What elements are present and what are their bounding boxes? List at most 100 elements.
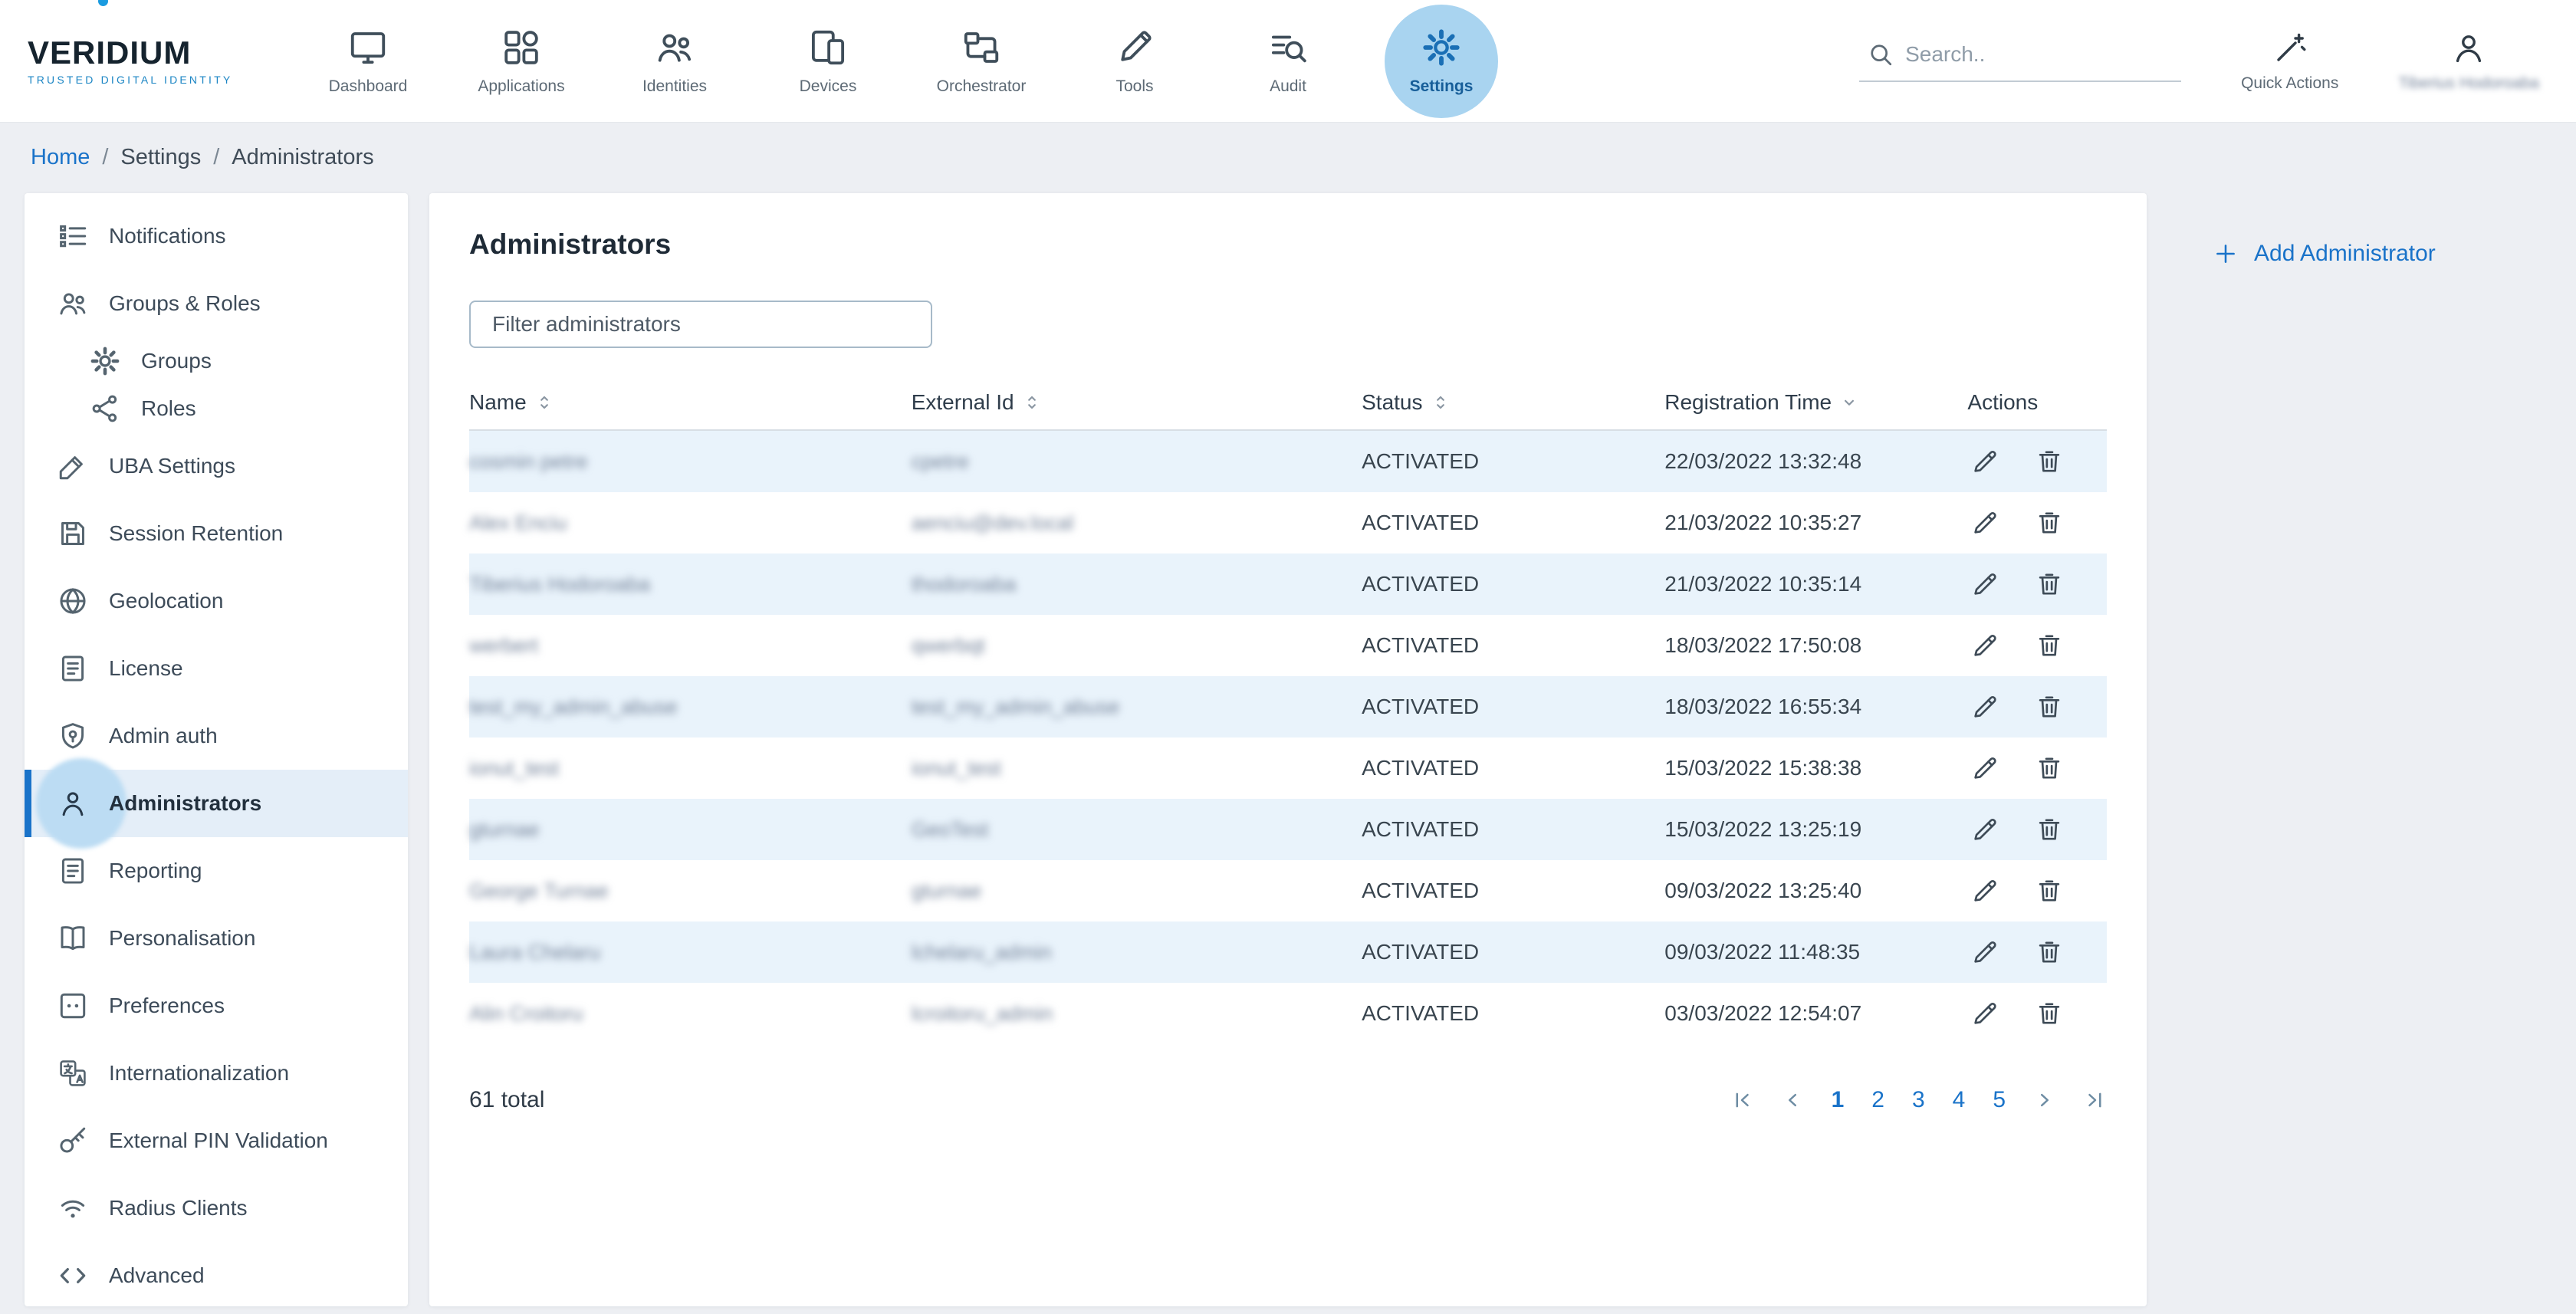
identities-icon bbox=[654, 27, 695, 68]
column-header-status[interactable]: Status bbox=[1362, 390, 1664, 415]
table-row: George Turnae gturnae ACTIVATED 09/03/20… bbox=[469, 860, 2107, 921]
edit-button[interactable] bbox=[1970, 815, 1999, 844]
nav-item-audit[interactable]: Audit bbox=[1211, 3, 1365, 120]
user-icon bbox=[2450, 30, 2487, 67]
edit-button[interactable] bbox=[1970, 938, 1999, 967]
delete-button[interactable] bbox=[2035, 692, 2064, 721]
sidebar-item-reporting[interactable]: Reporting bbox=[25, 837, 408, 905]
nav-item-orchestrator[interactable]: Orchestrator bbox=[905, 3, 1058, 120]
tools-icon bbox=[1114, 27, 1155, 68]
administrators-table: Name External Id Status Registration Tim… bbox=[469, 376, 2107, 1044]
delete-button[interactable] bbox=[2035, 938, 2064, 967]
sidebar-item-preferences[interactable]: Preferences bbox=[25, 972, 408, 1040]
column-header-name[interactable]: Name bbox=[469, 390, 912, 415]
sidebar-item-roles[interactable]: Roles bbox=[25, 385, 408, 432]
edit-button[interactable] bbox=[1970, 999, 1999, 1028]
sidebar-item-radius-clients[interactable]: Radius Clients bbox=[25, 1174, 408, 1242]
table-body: cosmin petre cpetre ACTIVATED 22/03/2022… bbox=[469, 431, 2107, 1044]
share-icon bbox=[89, 393, 121, 425]
page-number-3[interactable]: 3 bbox=[1912, 1087, 1925, 1113]
delete-button[interactable] bbox=[2035, 999, 2064, 1028]
delete-button[interactable] bbox=[2035, 570, 2064, 599]
breadcrumb: Home / Settings / Administrators bbox=[0, 123, 2576, 192]
user-menu[interactable]: Tiberius Hodoroaba bbox=[2398, 30, 2539, 93]
page-number-2[interactable]: 2 bbox=[1871, 1087, 1884, 1113]
preferences-icon bbox=[57, 990, 89, 1022]
delete-button[interactable] bbox=[2035, 876, 2064, 905]
delete-button[interactable] bbox=[2035, 508, 2064, 537]
delete-button[interactable] bbox=[2035, 754, 2064, 783]
edit-button[interactable] bbox=[1970, 508, 1999, 537]
edit-button[interactable] bbox=[1970, 570, 1999, 599]
admin-external-id: lcroitoru_admin bbox=[912, 1002, 1362, 1026]
page-number-5[interactable]: 5 bbox=[1993, 1087, 2006, 1113]
edit-button[interactable] bbox=[1970, 447, 1999, 476]
sidebar-item-internationalization[interactable]: Internationalization bbox=[25, 1040, 408, 1107]
sidebar-item-uba-settings[interactable]: UBA Settings bbox=[25, 432, 408, 500]
next-page-icon bbox=[2033, 1089, 2056, 1112]
registration-time: 09/03/2022 11:48:35 bbox=[1664, 940, 1967, 964]
sidebar-item-session-retention[interactable]: Session Retention bbox=[25, 500, 408, 567]
nav-item-devices[interactable]: Devices bbox=[751, 3, 905, 120]
nav-item-dashboard[interactable]: Dashboard bbox=[291, 3, 445, 120]
filter-administrators-input[interactable] bbox=[469, 301, 932, 348]
breadcrumb-home[interactable]: Home bbox=[31, 145, 90, 170]
sidebar-item-groups-roles[interactable]: Groups & Roles bbox=[25, 270, 408, 337]
pen-icon bbox=[57, 450, 89, 482]
audit-icon bbox=[1267, 27, 1309, 68]
column-header-registration-time[interactable]: Registration Time bbox=[1664, 390, 1967, 415]
page-number-1[interactable]: 1 bbox=[1832, 1087, 1845, 1113]
edit-button[interactable] bbox=[1970, 631, 1999, 660]
sidebar-item-license[interactable]: License bbox=[25, 635, 408, 702]
delete-button[interactable] bbox=[2035, 631, 2064, 660]
nav-label: Orchestrator bbox=[937, 77, 1027, 96]
list-icon bbox=[57, 220, 89, 252]
content-area: Notifications Groups & Roles Groups Role… bbox=[0, 192, 2576, 1306]
breadcrumb-settings[interactable]: Settings bbox=[120, 145, 201, 170]
admin-external-id: cpetre bbox=[912, 450, 1362, 474]
first-page-button[interactable] bbox=[1730, 1089, 1753, 1112]
breadcrumb-current: Administrators bbox=[232, 145, 373, 170]
add-administrator-button[interactable]: Add Administrator bbox=[2213, 241, 2436, 267]
sidebar-item-administrators[interactable]: Administrators bbox=[25, 770, 408, 837]
search-input[interactable] bbox=[1905, 42, 2143, 67]
sidebar-item-notifications[interactable]: Notifications bbox=[25, 202, 408, 270]
nav-item-tools[interactable]: Tools bbox=[1058, 3, 1211, 120]
pencil-icon bbox=[1970, 876, 1999, 905]
nav-item-identities[interactable]: Identities bbox=[598, 3, 751, 120]
nav-label: Tools bbox=[1116, 77, 1153, 96]
previous-page-button[interactable] bbox=[1781, 1089, 1804, 1112]
wand-icon bbox=[2272, 30, 2308, 67]
status-badge: ACTIVATED bbox=[1362, 940, 1664, 964]
page-number-4[interactable]: 4 bbox=[1953, 1087, 1966, 1113]
admin-external-id: GeoTest bbox=[912, 818, 1362, 842]
nav-item-settings[interactable]: Settings bbox=[1365, 3, 1518, 120]
nav-label: Dashboard bbox=[329, 77, 408, 96]
search-icon bbox=[1867, 41, 1894, 68]
gear-icon bbox=[1421, 27, 1462, 68]
admin-name: werbert bbox=[469, 634, 912, 658]
column-header-external-id[interactable]: External Id bbox=[912, 390, 1362, 415]
edit-button[interactable] bbox=[1970, 876, 1999, 905]
people-icon bbox=[57, 287, 89, 320]
main-nav: Dashboard Applications Identities Device… bbox=[291, 3, 1518, 120]
pencil-icon bbox=[1970, 692, 1999, 721]
sidebar-item-external-pin-validation[interactable]: External PIN Validation bbox=[25, 1107, 408, 1174]
delete-button[interactable] bbox=[2035, 815, 2064, 844]
nav-item-applications[interactable]: Applications bbox=[445, 3, 598, 120]
sidebar-item-geolocation[interactable]: Geolocation bbox=[25, 567, 408, 635]
table-row: cosmin petre cpetre ACTIVATED 22/03/2022… bbox=[469, 431, 2107, 492]
last-page-button[interactable] bbox=[2084, 1089, 2107, 1112]
gear-icon bbox=[89, 345, 121, 377]
edit-button[interactable] bbox=[1970, 692, 1999, 721]
quick-actions-button[interactable]: Quick Actions bbox=[2241, 30, 2338, 93]
pagination: 1 2 3 4 5 bbox=[1730, 1087, 2107, 1113]
table-row: Alin Croitoru lcroitoru_admin ACTIVATED … bbox=[469, 983, 2107, 1044]
sidebar-item-groups[interactable]: Groups bbox=[25, 337, 408, 385]
pencil-icon bbox=[1970, 754, 1999, 783]
edit-button[interactable] bbox=[1970, 754, 1999, 783]
sidebar-item-personalisation[interactable]: Personalisation bbox=[25, 905, 408, 972]
delete-button[interactable] bbox=[2035, 447, 2064, 476]
next-page-button[interactable] bbox=[2033, 1089, 2056, 1112]
sidebar-item-advanced[interactable]: Advanced bbox=[25, 1242, 408, 1306]
